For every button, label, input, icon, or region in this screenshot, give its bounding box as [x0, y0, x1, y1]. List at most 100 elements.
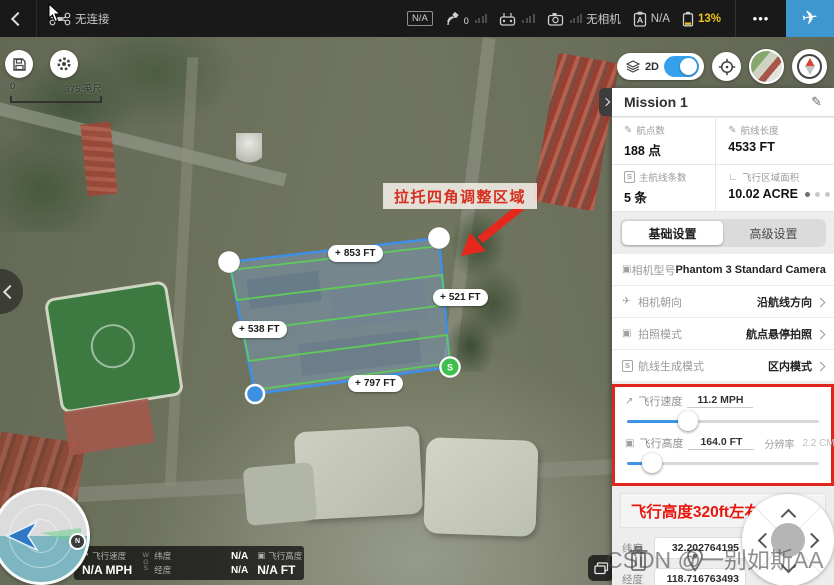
back-button[interactable] — [0, 0, 37, 37]
drag-plus-icon: + — [239, 321, 245, 338]
mission-stats: ✎航点数 188 点 ✎航线长度 4533 FT S主航线条数 5 条 ∟飞行区… — [612, 118, 834, 212]
setting-camera-heading[interactable]: ✈ 相机朝向 沿航线方向 — [612, 286, 834, 318]
area-ruler-icon: ∟ — [728, 172, 738, 183]
edit-mission-icon[interactable]: ✎ — [811, 94, 822, 110]
setting-route-mode[interactable]: S 航线生成模式 区内模式 — [612, 350, 834, 382]
map-building — [330, 279, 429, 328]
chevron-right-icon — [817, 325, 824, 343]
aircraft-status-value: N/A — [651, 13, 670, 25]
camera-model-icon: ▣ — [622, 264, 631, 275]
telemetry-speed: ↗飞行速度 N/A MPH — [82, 550, 132, 577]
map-sports-field — [44, 280, 185, 414]
top-status-bar: 无连接 N/A 0 — [0, 0, 834, 37]
settings-list: ▣ 相机型号 Phantom 3 Standard Camera ✈ 相机朝向 … — [612, 254, 834, 382]
takeoff-button[interactable]: ✈ — [786, 0, 834, 37]
north-indicator: N — [69, 533, 86, 550]
chevron-left-icon — [3, 284, 17, 298]
resolution-label: 分辨率 — [764, 436, 794, 451]
stat-main-lines: S主航线条数 5 条 — [612, 165, 716, 212]
camera-status: 无相机 — [547, 11, 621, 27]
camera-heading-icon: ✈ — [622, 296, 638, 307]
resolution-value: 2.2 CM/PX — [802, 438, 834, 449]
flight-speed-value[interactable]: 11.2 MPH — [687, 394, 753, 408]
aircraft-status-item[interactable]: N/A — [633, 11, 670, 27]
battery-icon — [682, 11, 694, 27]
map-type-button[interactable] — [749, 49, 784, 84]
map-2d-toggle[interactable] — [664, 56, 699, 77]
map-field-ring — [88, 321, 138, 371]
drone-heading-arrow — [1, 516, 51, 556]
camera-signal-bars — [570, 14, 583, 23]
rc-signal-bars — [522, 14, 535, 23]
app-screen: 无连接 N/A 0 — [0, 0, 834, 585]
map-mode-label: 2D — [645, 61, 659, 73]
flight-altitude-slider[interactable] — [627, 452, 819, 474]
gps-status: 0 — [445, 11, 488, 26]
route-length-icon: ✎ — [728, 125, 736, 136]
map-red-roofs — [532, 53, 619, 211]
left-drawer-toggle[interactable] — [0, 269, 23, 314]
telemetry-altitude: ▣飞行高度 N/A FT — [257, 550, 302, 577]
more-menu-button[interactable]: ••• — [736, 11, 786, 26]
compass-reset-button[interactable] — [792, 49, 827, 84]
save-mission-button[interactable] — [5, 50, 33, 78]
chevron-right-icon — [817, 293, 824, 311]
battery-status[interactable]: 13% — [682, 11, 721, 27]
tab-basic-settings[interactable]: 基础设置 — [622, 221, 723, 245]
edge-length-badge-right[interactable]: +521 FT — [433, 289, 488, 306]
setting-photo-mode[interactable]: ▣ 拍照模式 航点悬停拍照 — [612, 318, 834, 350]
remote-controller-icon — [499, 11, 516, 26]
route-mode-icon: S — [622, 360, 638, 372]
map-building — [246, 271, 321, 310]
rc-mode-badge: N/A — [407, 11, 433, 26]
telemetry-lat: N/A — [231, 551, 248, 562]
drag-plus-icon: + — [335, 245, 341, 262]
gear-icon — [56, 56, 72, 72]
map-building — [243, 462, 318, 526]
drag-plus-icon: + — [355, 375, 361, 392]
map-floating-controls: 2D — [617, 49, 827, 84]
edge-length-badge-left[interactable]: +538 FT — [232, 321, 287, 338]
map-building — [298, 330, 421, 376]
connection-status-label: 无连接 — [75, 11, 110, 27]
stat-waypoints: ✎航点数 188 点 — [612, 118, 716, 165]
map-mode-pill[interactable]: 2D — [617, 53, 704, 80]
edge-length-badge-top[interactable]: +853 FT — [328, 245, 383, 262]
drag-plus-icon: + — [440, 289, 446, 306]
stat-route-length: ✎航线长度 4533 FT — [716, 118, 834, 165]
layers-icon — [626, 60, 640, 73]
mouse-cursor — [48, 3, 62, 23]
map-trees — [448, 202, 523, 372]
map-white-tower — [236, 133, 262, 167]
edge-length-badge-bottom[interactable]: +797 FT — [348, 375, 403, 392]
flight-speed-icon: ↗ — [625, 396, 633, 407]
highlighted-sliders-section: ↗ 飞行速度 11.2 MPH ▣ 飞行高度 164.0 FT 分辨率 2.2 … — [612, 384, 834, 486]
chevron-right-icon — [817, 357, 824, 375]
flight-altitude-slider-thumb[interactable] — [642, 453, 662, 473]
mission-title: Mission 1 — [624, 94, 811, 110]
nudge-up-button[interactable] — [781, 509, 797, 525]
telemetry-position: WGS 纬度N/A 经度N/A — [141, 550, 248, 576]
camera-icon — [547, 12, 564, 26]
locate-button[interactable] — [712, 52, 741, 81]
stats-pagination-dots[interactable] — [805, 192, 830, 197]
back-icon — [11, 11, 25, 25]
speed-value: N/A MPH — [82, 563, 132, 577]
setting-camera-model[interactable]: ▣ 相机型号 Phantom 3 Standard Camera — [612, 254, 834, 286]
flight-speed-slider[interactable] — [627, 410, 819, 432]
mission-settings-button[interactable] — [50, 50, 78, 78]
flight-speed-slider-thumb[interactable] — [678, 411, 698, 431]
flight-speed-row: ↗ 飞行速度 11.2 MPH — [625, 393, 821, 409]
tab-advanced-settings[interactable]: 高级设置 — [723, 221, 824, 245]
scale-line — [10, 96, 102, 103]
rc-signal-status — [499, 11, 535, 26]
map-building — [423, 437, 538, 537]
flight-altitude-value[interactable]: 164.0 FT — [688, 436, 754, 450]
camera-status-label: 无相机 — [586, 11, 621, 27]
mission-header: Mission 1 ✎ — [612, 88, 834, 117]
telemetry-bar: ↗飞行速度 N/A MPH WGS 纬度N/A 经度N/A ▣飞行高度 N/A … — [74, 546, 304, 580]
stat-area: ∟飞行区域面积 10.02 ACRE — [716, 165, 834, 212]
panel-collapse-tab[interactable] — [599, 88, 612, 116]
compass-icon — [797, 54, 822, 79]
gps-count: 0 — [464, 16, 469, 26]
